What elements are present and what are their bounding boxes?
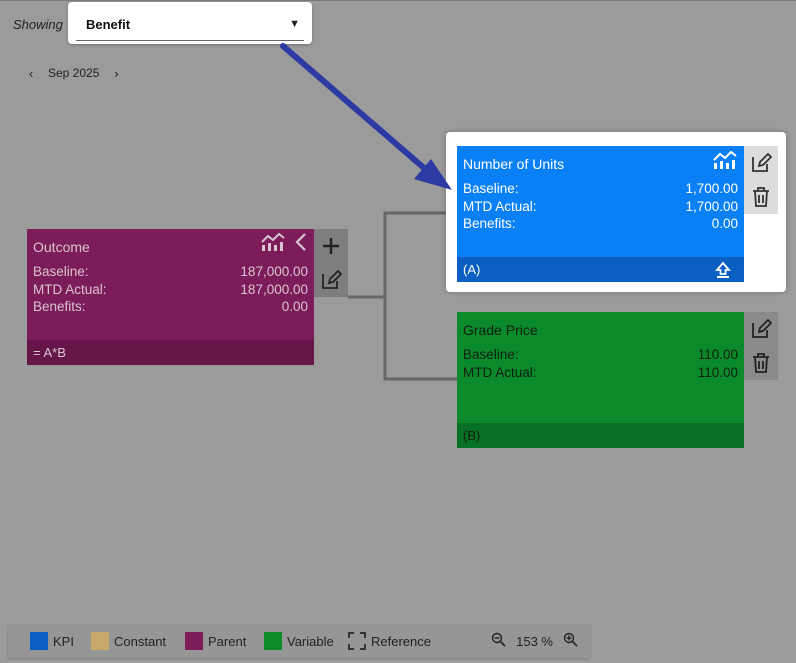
legend-label: Reference (371, 633, 431, 649)
zoom-in-icon[interactable] (563, 632, 578, 650)
chart-icon[interactable] (260, 232, 286, 257)
node-footer-label: (A) (463, 262, 481, 277)
legend-swatch (185, 632, 203, 650)
node-footer-label: (B) (463, 428, 481, 443)
row-value: 0.00 (711, 216, 738, 231)
next-month-button[interactable]: › (109, 66, 123, 81)
chart-icon[interactable] (712, 150, 738, 175)
connector-outcome-to-kpi (348, 211, 457, 299)
legend-item-kpi: KPI (30, 632, 74, 650)
legend-bar: KPI Constant Parent Variable Reference 1… (8, 624, 590, 658)
connector-outcome-to-variable (383, 297, 457, 381)
row-mtd-actual: MTD Actual: 110.00 (463, 364, 738, 382)
row-benefits: Benefits: 0.00 (33, 298, 308, 316)
current-month: Sep 2025 (48, 66, 100, 80)
dropdown-underline (76, 40, 304, 41)
legend-swatch (91, 632, 109, 650)
legend-label: Variable (287, 633, 334, 649)
row-label: Baseline: (463, 181, 519, 196)
node-rows: Baseline: 110.00 MTD Actual: 110.00 (463, 346, 738, 381)
kpi-node-number-of-units[interactable]: Number of Units Baseline: 1,700.00 MTD Ac… (457, 146, 744, 282)
row-value: 1,700.00 (685, 181, 738, 196)
outcome-node-tools (314, 229, 348, 297)
chevron-left-icon[interactable] (294, 232, 308, 257)
node-footer: (A) (457, 257, 744, 282)
month-navigator: ‹ Sep 2025 › (24, 64, 123, 82)
edit-icon[interactable] (744, 146, 778, 180)
node-title: Number of Units (463, 156, 565, 172)
row-value: 110.00 (697, 347, 738, 362)
node-title: Outcome (33, 239, 90, 255)
row-value: 187,000.00 (240, 281, 308, 297)
node-formula: = A*B (33, 345, 66, 360)
legend-label: Parent (208, 633, 247, 649)
variable-node-tools (744, 312, 778, 380)
top-divider (0, 0, 796, 1)
legend-swatch (264, 632, 282, 650)
node-footer: = A*B (27, 340, 314, 365)
row-label: Baseline: (463, 347, 519, 362)
zoom-level: 153 % (516, 633, 553, 649)
row-label: MTD Actual: (463, 364, 537, 380)
row-value: 0.00 (281, 299, 308, 314)
dropdown-caret-icon: ▼ (289, 18, 300, 30)
node-title: Grade Price (463, 322, 538, 338)
row-mtd-actual: MTD Actual: 187,000.00 (33, 281, 308, 299)
legend-item-constant: Constant (91, 632, 166, 650)
legend-item-parent: Parent (185, 632, 246, 650)
legend-item-variable: Variable (264, 632, 334, 650)
upload-icon[interactable] (714, 261, 732, 282)
row-value: 110.00 (697, 364, 738, 380)
edit-icon[interactable] (314, 263, 348, 297)
legend-label: KPI (53, 633, 74, 649)
legend-swatch (348, 632, 366, 650)
row-benefits: Benefits: 0.00 (463, 215, 738, 233)
variable-node-grade-price[interactable]: Grade Price Baseline: 110.00 MTD Actual: 1… (457, 312, 744, 448)
row-label: MTD Actual: (463, 198, 537, 214)
parent-node-outcome[interactable]: Outcome Baseline: 187,000.00 MTD Actual: 1… (27, 229, 314, 365)
node-footer: (B) (457, 423, 744, 448)
legend-swatch (30, 632, 48, 650)
row-label: Benefits: (463, 216, 516, 231)
node-rows: Baseline: 187,000.00 MTD Actual: 187,000.0… (33, 263, 308, 316)
row-baseline: Baseline: 187,000.00 (33, 263, 308, 281)
prev-month-button[interactable]: ‹ (24, 66, 38, 81)
kpi-node-tools (744, 146, 778, 214)
row-baseline: Baseline: 110.00 (463, 346, 738, 364)
trash-icon[interactable] (744, 180, 778, 214)
row-value: 187,000.00 (240, 264, 308, 279)
plus-icon[interactable] (314, 229, 348, 263)
row-label: MTD Actual: (33, 281, 107, 297)
row-label: Baseline: (33, 264, 89, 279)
row-mtd-actual: MTD Actual: 1,700.00 (463, 198, 738, 216)
row-baseline: Baseline: 1,700.00 (463, 180, 738, 198)
edit-icon[interactable] (744, 312, 778, 346)
node-rows: Baseline: 1,700.00 MTD Actual: 1,700.00 Be… (463, 180, 738, 233)
legend-label: Constant (114, 633, 167, 649)
showing-label: Showing (13, 17, 63, 32)
dropdown-value: Benefit (86, 17, 131, 32)
row-label: Benefits: (33, 299, 86, 314)
zoom-out-icon[interactable] (491, 632, 506, 650)
zoom-control: 153 % (491, 632, 578, 650)
trash-icon[interactable] (744, 346, 778, 380)
row-value: 1,700.00 (685, 198, 738, 214)
measure-dropdown[interactable]: Benefit ▼ (68, 2, 312, 44)
legend-item-reference: Reference (348, 632, 431, 650)
